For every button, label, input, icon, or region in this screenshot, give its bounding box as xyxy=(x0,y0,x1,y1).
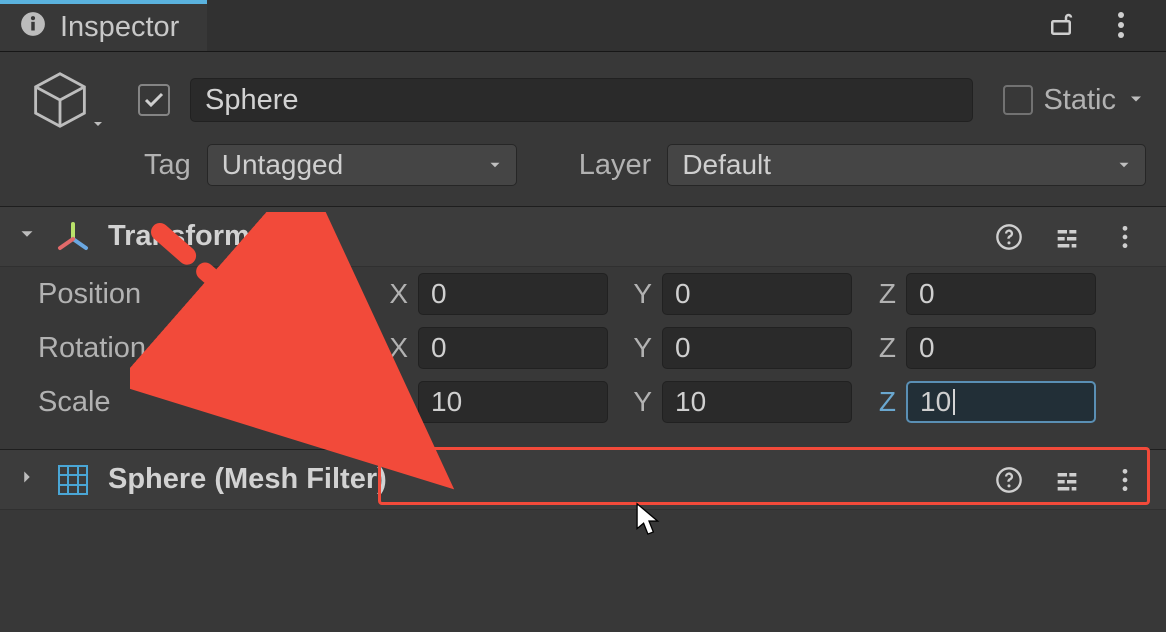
axis-y-label[interactable]: Y xyxy=(622,386,658,418)
tag-layer-row: Tag Untagged Layer Default xyxy=(0,130,1166,206)
position-x-field[interactable]: 0 xyxy=(418,273,608,315)
preset-icon[interactable] xyxy=(1050,463,1084,497)
layer-value: Default xyxy=(682,149,771,181)
foldout-open-icon[interactable] xyxy=(16,220,38,253)
preset-icon[interactable] xyxy=(1050,220,1084,254)
component-transform: Transform Position X 0 Y 0 Z xyxy=(0,206,1166,429)
transform-title: Transform xyxy=(108,220,974,253)
component-buttons xyxy=(992,463,1142,497)
axis-x-label[interactable]: X xyxy=(378,332,414,364)
tag-label: Tag xyxy=(144,149,191,182)
chevron-down-icon xyxy=(1115,149,1133,181)
mesh-filter-header[interactable]: Sphere (Mesh Filter) xyxy=(0,450,1166,510)
axis-y-label[interactable]: Y xyxy=(622,278,658,310)
rotation-y-field[interactable]: 0 xyxy=(662,327,852,369)
tab-bar: Inspector xyxy=(0,0,1166,52)
gameobject-header: Sphere Static xyxy=(0,70,1166,130)
rotation-x-field[interactable]: 0 xyxy=(418,327,608,369)
axis-z-label[interactable]: Z xyxy=(866,332,902,364)
kebab-menu-icon[interactable] xyxy=(1108,220,1142,254)
scale-x-field[interactable]: 10 xyxy=(418,381,608,423)
rotation-row: Rotation X 0 Y 0 Z 0 xyxy=(0,321,1166,375)
mesh-grid-icon xyxy=(56,463,90,497)
tab-inspector[interactable]: Inspector xyxy=(0,0,207,51)
scale-label: Scale xyxy=(38,386,111,419)
lock-open-icon[interactable] xyxy=(1044,8,1078,42)
position-label: Position xyxy=(38,278,141,311)
info-icon xyxy=(20,11,46,45)
position-z-field[interactable]: 0 xyxy=(906,273,1096,315)
static-checkbox[interactable] xyxy=(1003,85,1033,115)
tab-bar-right xyxy=(207,0,1166,51)
tag-value: Untagged xyxy=(222,149,343,181)
component-buttons xyxy=(992,220,1142,254)
scale-z-field[interactable]: 10 xyxy=(906,381,1096,423)
mesh-filter-title: Sphere (Mesh Filter) xyxy=(108,463,974,496)
foldout-closed-icon[interactable] xyxy=(16,463,38,496)
tag-dropdown[interactable]: Untagged xyxy=(207,144,517,186)
static-toggle[interactable]: Static xyxy=(1003,84,1146,117)
position-y-field[interactable]: 0 xyxy=(662,273,852,315)
transform-header[interactable]: Transform xyxy=(0,207,1166,267)
static-label: Static xyxy=(1043,84,1116,117)
position-row: Position X 0 Y 0 Z 0 xyxy=(0,267,1166,321)
gameobject-enabled-checkbox[interactable] xyxy=(138,84,170,116)
gameobject-name-field[interactable]: Sphere xyxy=(190,78,973,122)
rotation-label: Rotation xyxy=(38,332,146,365)
constrain-proportions-icon[interactable] xyxy=(340,381,374,423)
kebab-menu-icon[interactable] xyxy=(1108,463,1142,497)
rotation-z-field[interactable]: 0 xyxy=(906,327,1096,369)
transform-axes-icon xyxy=(56,220,90,254)
axis-z-label[interactable]: Z xyxy=(866,386,902,418)
axis-x-label[interactable]: X xyxy=(378,386,414,418)
tab-label: Inspector xyxy=(60,11,179,44)
static-dropdown-caret[interactable] xyxy=(1126,84,1146,117)
kebab-menu-icon[interactable] xyxy=(1104,8,1138,42)
gameobject-cube-icon[interactable] xyxy=(30,70,100,130)
help-icon[interactable] xyxy=(992,463,1026,497)
component-mesh-filter: Sphere (Mesh Filter) xyxy=(0,449,1166,510)
axis-y-label[interactable]: Y xyxy=(622,332,658,364)
layer-dropdown[interactable]: Default xyxy=(667,144,1146,186)
scale-row: Scale X 10 Y 10 Z 10 xyxy=(0,375,1166,429)
help-icon[interactable] xyxy=(992,220,1026,254)
gameobject-icon-caret[interactable] xyxy=(90,116,106,137)
axis-x-label[interactable]: X xyxy=(378,278,414,310)
layer-label: Layer xyxy=(579,149,652,182)
inspector-panel: Sphere Static Tag Untagged Layer Default xyxy=(0,52,1166,632)
chevron-down-icon xyxy=(486,149,504,181)
scale-y-field[interactable]: 10 xyxy=(662,381,852,423)
axis-z-label[interactable]: Z xyxy=(866,278,902,310)
